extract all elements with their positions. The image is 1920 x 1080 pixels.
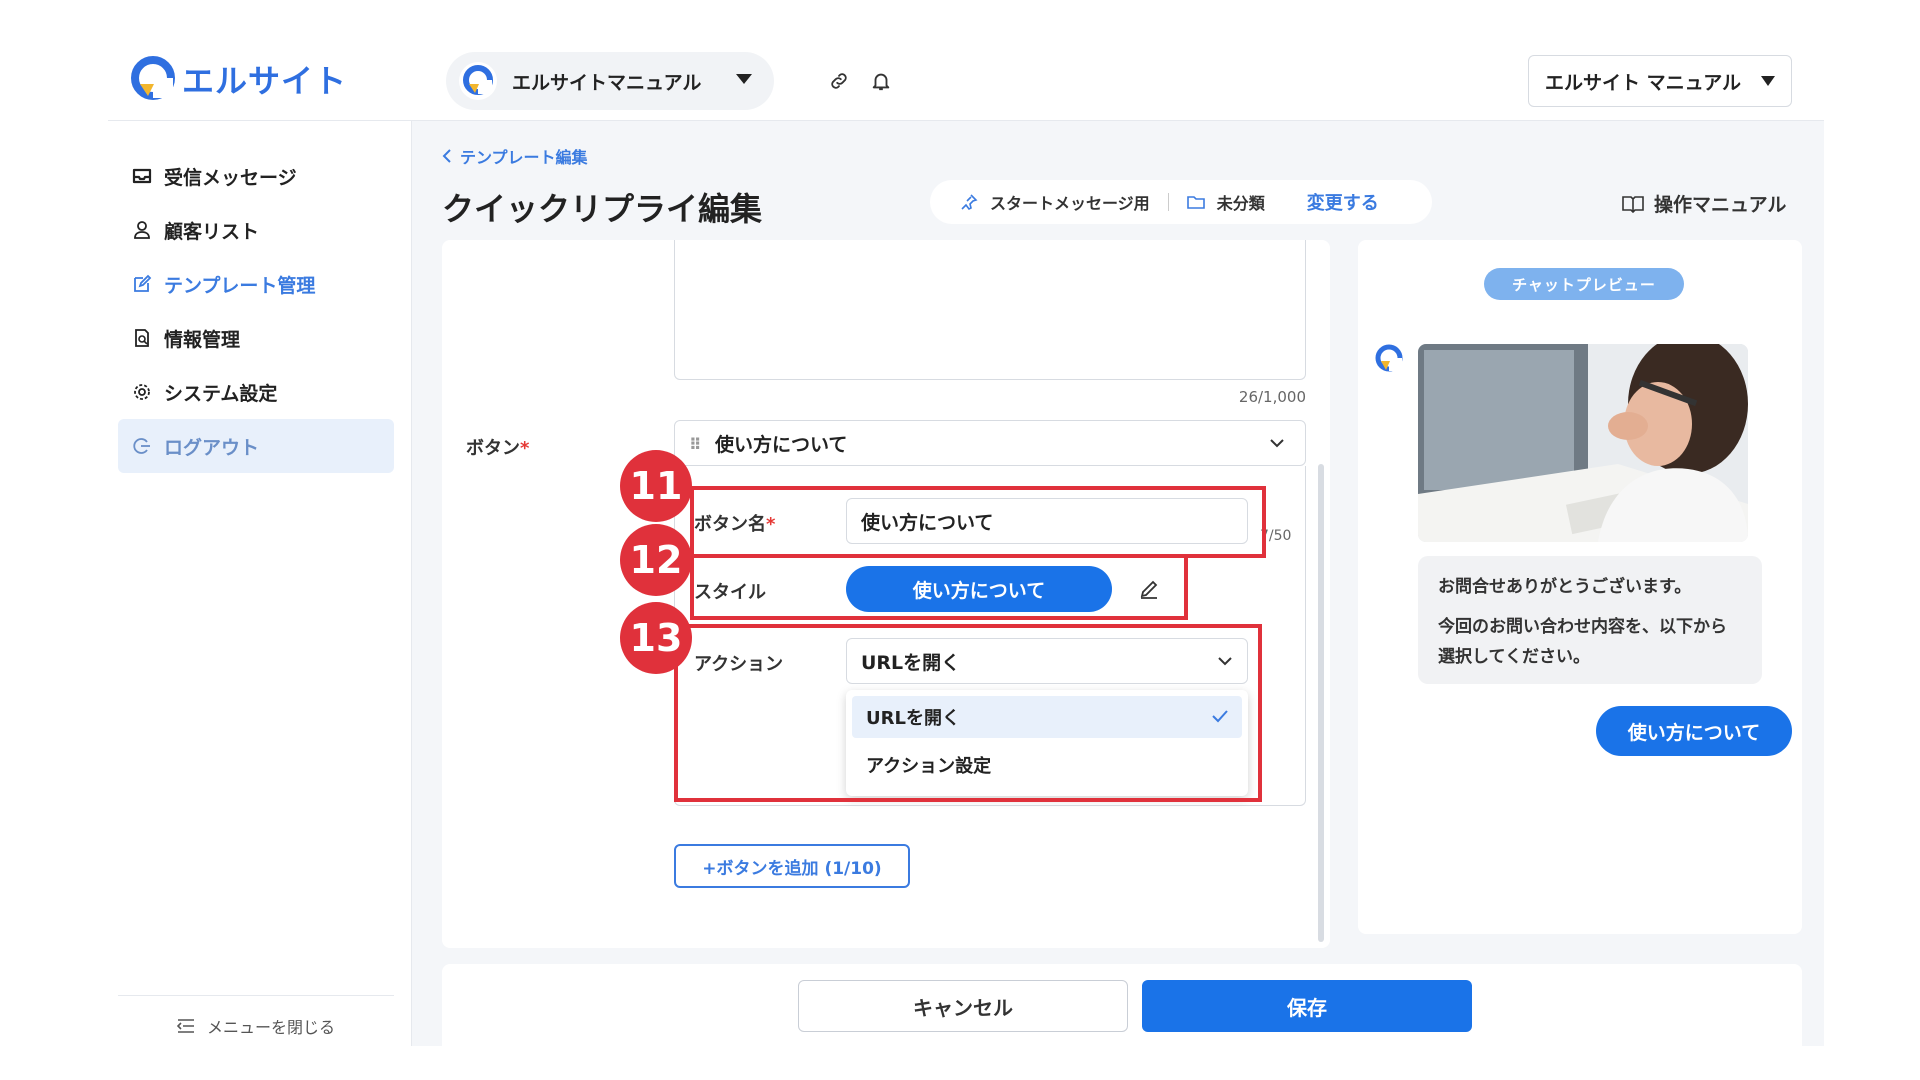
annotation-box-11 — [690, 486, 1266, 558]
user-icon — [134, 221, 150, 239]
chat-message-line: 今回のお問い合わせ内容を、以下から選択してください。 — [1438, 617, 1727, 667]
sidebar-item-label: 情報管理 — [164, 328, 241, 351]
editor-scrollbar[interactable] — [1318, 464, 1324, 942]
drag-handle-icon[interactable]: ⠿ — [689, 435, 702, 454]
collapse-label: メニューを閉じる — [206, 1018, 335, 1037]
message-char-count: 26/1,000 — [1238, 388, 1306, 406]
support-photo — [1418, 344, 1748, 542]
inbox-icon — [132, 168, 152, 184]
button-section-label: ボタン* — [466, 434, 529, 460]
menu-collapse-icon — [176, 1019, 194, 1033]
chat-preview-panel: チャットプレビュー お問合せありがとうございます。 今回のお問い合わせ内容を、以… — [1358, 240, 1802, 934]
button-accordion-header[interactable]: ⠿ 使い方について — [674, 420, 1306, 466]
annotation-badge-13: 13 — [620, 602, 692, 674]
sidebar-item-inbox[interactable]: 受信メッセージ — [118, 149, 394, 203]
sidebar-item-label: テンプレート管理 — [164, 274, 316, 297]
sidebar-item-customers[interactable]: 顧客リスト — [118, 203, 394, 257]
pin-icon — [961, 194, 978, 211]
annotation-box-12 — [690, 558, 1188, 620]
message-textarea[interactable] — [674, 240, 1306, 380]
footer-bar: キャンセル 保存 — [442, 964, 1802, 1046]
book-icon — [1622, 195, 1644, 213]
required-mark: * — [520, 438, 530, 459]
chevron-down-icon — [736, 74, 752, 84]
editor-panel: 26/1,000 ボタン* ⠿ 使い方について ボタン名* 使い方について 7/… — [442, 240, 1330, 948]
account-avatar-icon — [459, 62, 497, 100]
template-meta: スタートメッセージ用 未分類 変更する — [930, 180, 1432, 224]
bot-avatar-icon — [1375, 344, 1403, 372]
folder-icon — [1186, 196, 1205, 209]
caret-down-icon — [1761, 76, 1775, 86]
annotation-badge-11: 11 — [620, 450, 692, 522]
divider — [1167, 193, 1169, 211]
account-select-value: エルサイト マニュアル — [1545, 71, 1742, 94]
sidebar-item-label: 受信メッセージ — [164, 166, 297, 189]
button-label-text: ボタン — [466, 438, 520, 459]
sidebar-item-info[interactable]: 情報管理 — [118, 311, 394, 365]
bell-icon[interactable] — [870, 70, 892, 92]
document-search-icon — [135, 329, 149, 347]
folder-label: 未分類 — [1216, 194, 1265, 213]
sidebar: 受信メッセージ 顧客リスト テンプレート管理 情報管理 システム設定 ログアウト… — [108, 121, 412, 1046]
breadcrumb-label: テンプレート編集 — [460, 148, 588, 167]
logo-mark-icon — [131, 56, 175, 100]
sidebar-item-label: システム設定 — [164, 382, 278, 405]
sidebar-item-label: 顧客リスト — [164, 220, 260, 243]
account-name: エルサイトマニュアル — [512, 71, 702, 94]
manual-link-label: 操作マニュアル — [1654, 194, 1787, 216]
top-header: エルサイト エルサイトマニュアル エルサイト マニュアル — [108, 0, 1824, 121]
chat-message-bubble: お問合せありがとうございます。 今回のお問い合わせ内容を、以下から選択してくださ… — [1418, 556, 1762, 684]
account-switcher[interactable]: エルサイトマニュアル — [446, 52, 774, 110]
sidebar-item-label: ログアウト — [164, 436, 260, 459]
chat-message-line: お問合せありがとうございます。 — [1438, 577, 1692, 597]
change-link[interactable]: 変更する — [1307, 189, 1379, 215]
cancel-button[interactable]: キャンセル — [798, 980, 1128, 1032]
button-accordion-title: 使い方について — [715, 433, 848, 456]
collapse-menu-button[interactable]: メニューを閉じる — [118, 995, 394, 1038]
chevron-left-icon — [442, 149, 451, 163]
gear-icon — [134, 384, 150, 400]
chat-preview-tag: チャットプレビュー — [1484, 268, 1684, 300]
sidebar-item-logout[interactable]: ログアウト — [118, 419, 394, 473]
page-title: クイックリプライ編集 — [442, 190, 763, 228]
annotation-badge-12: 12 — [620, 524, 692, 596]
add-button-button[interactable]: +ボタンを追加 (1/10) — [674, 844, 910, 888]
logout-icon — [133, 438, 150, 454]
logo-text: エルサイト — [182, 62, 348, 100]
breadcrumb[interactable]: テンプレート編集 — [442, 144, 588, 168]
sidebar-item-templates[interactable]: テンプレート管理 — [118, 257, 394, 311]
sidebar-item-settings[interactable]: システム設定 — [118, 365, 394, 419]
start-message-label: スタートメッセージ用 — [990, 194, 1150, 213]
annotation-box-13 — [674, 624, 1262, 802]
edit-icon — [134, 274, 152, 292]
quick-reply-preview-button[interactable]: 使い方について — [1596, 706, 1792, 756]
link-icon[interactable] — [828, 70, 850, 92]
account-select[interactable]: エルサイト マニュアル — [1528, 55, 1792, 107]
manual-link[interactable]: 操作マニュアル — [1622, 190, 1786, 217]
app-window: エルサイト エルサイトマニュアル エルサイト マニュアル 受信メッセージ 顧客リ… — [108, 0, 1824, 1046]
logo[interactable]: エルサイト — [130, 56, 347, 102]
save-button[interactable]: 保存 — [1142, 980, 1472, 1032]
chevron-down-icon — [1270, 439, 1284, 448]
